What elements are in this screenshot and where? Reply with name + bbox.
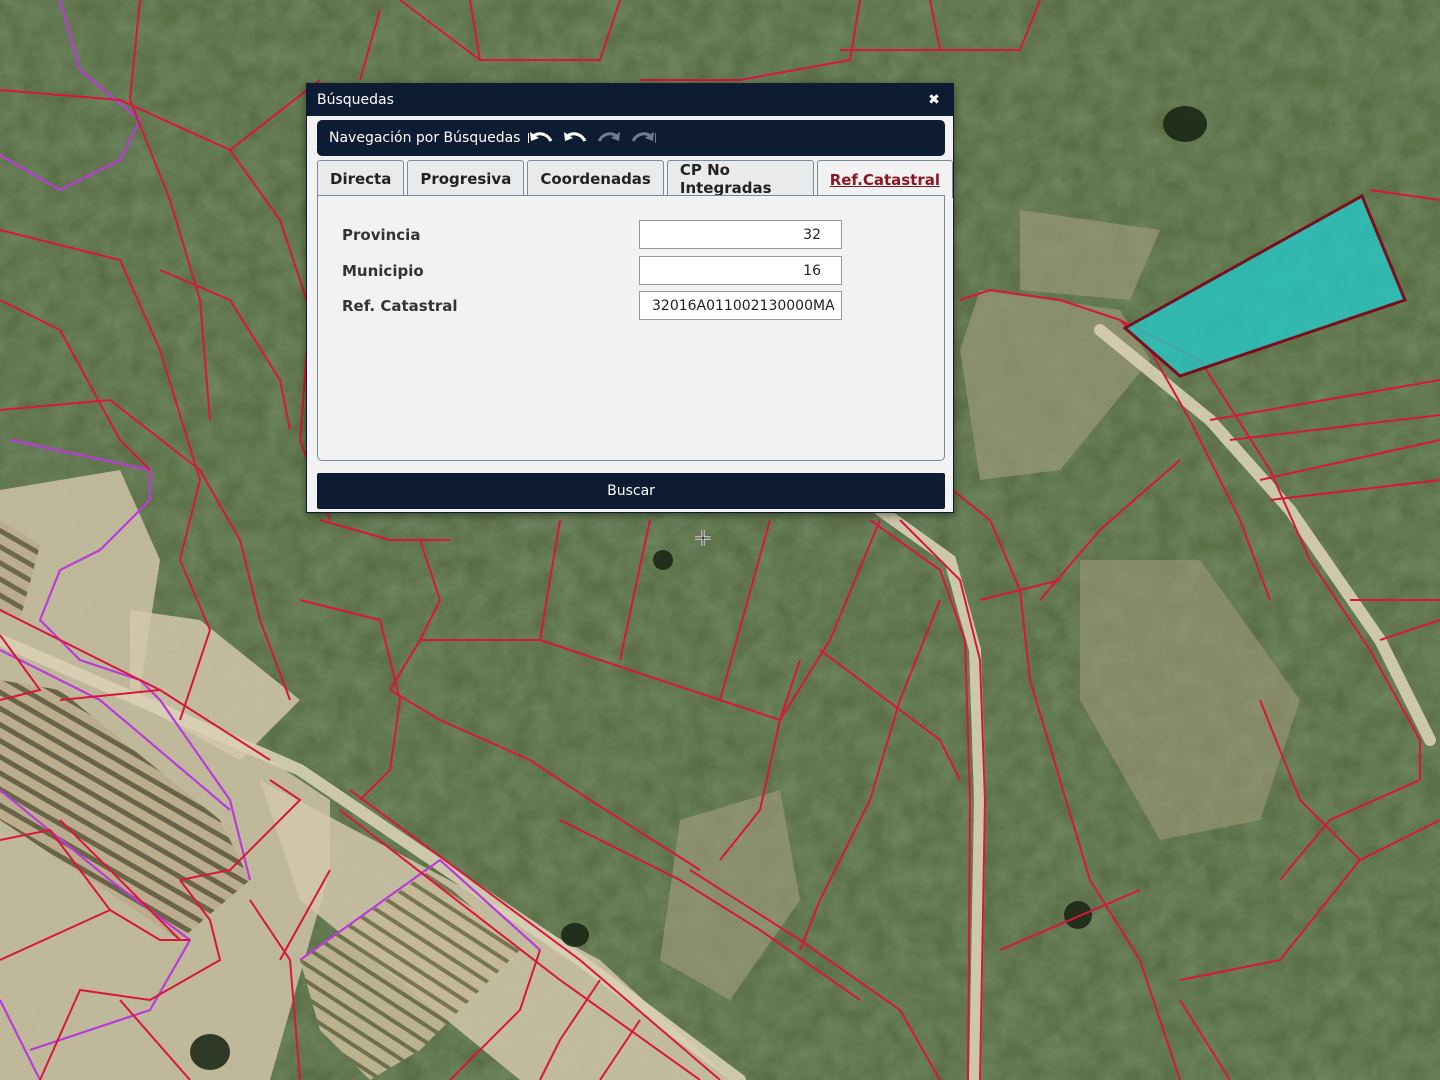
dialog-titlebar[interactable]: Búsquedas ✖ xyxy=(307,84,953,116)
search-dialog: Búsquedas ✖ Navegación por Búsquedas Dir… xyxy=(306,83,954,513)
tab-ref-catastral[interactable]: Ref.Catastral xyxy=(816,160,953,198)
crosshair-cursor-icon xyxy=(695,530,711,546)
search-navigation-bar: Navegación por Búsquedas xyxy=(317,120,945,156)
ref-catastral-input[interactable] xyxy=(639,291,842,320)
municipio-label: Municipio xyxy=(342,261,424,280)
search-button[interactable]: Buscar xyxy=(317,473,945,509)
search-tabs: Directa Progresiva Coordenadas CP No Int… xyxy=(317,160,953,198)
undo-all-icon[interactable] xyxy=(528,129,554,147)
ref-catastral-label: Ref. Catastral xyxy=(342,296,458,315)
undo-icon[interactable] xyxy=(562,129,588,147)
provincia-label: Provincia xyxy=(342,225,421,244)
tab-directa[interactable]: Directa xyxy=(317,160,405,196)
tab-coordenadas[interactable]: Coordenadas xyxy=(527,160,664,196)
tab-progresiva[interactable]: Progresiva xyxy=(407,160,525,196)
municipio-row: Municipio xyxy=(342,256,842,285)
ref-catastral-panel: Provincia Municipio Ref. Catastral xyxy=(317,195,945,461)
redo-icon[interactable] xyxy=(596,129,622,147)
dialog-title: Búsquedas xyxy=(317,92,394,108)
ref-catastral-row: Ref. Catastral xyxy=(342,291,842,320)
municipio-input[interactable] xyxy=(639,256,842,285)
provincia-row: Provincia xyxy=(342,220,842,249)
provincia-input[interactable] xyxy=(639,220,842,249)
tab-cp-no-integradas[interactable]: CP No Integradas xyxy=(666,160,814,197)
close-icon[interactable]: ✖ xyxy=(925,91,943,109)
redo-all-icon[interactable] xyxy=(630,129,657,147)
navigation-label: Navegación por Búsquedas xyxy=(329,130,521,146)
